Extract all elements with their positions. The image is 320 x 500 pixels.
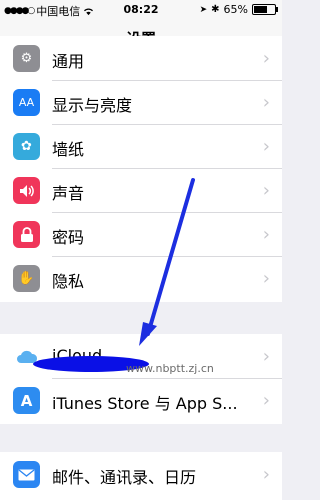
annotation-arrow-overlay xyxy=(139,178,195,346)
annotation-arrow-shaft xyxy=(146,178,195,336)
annotation-arrow-head xyxy=(139,322,157,346)
